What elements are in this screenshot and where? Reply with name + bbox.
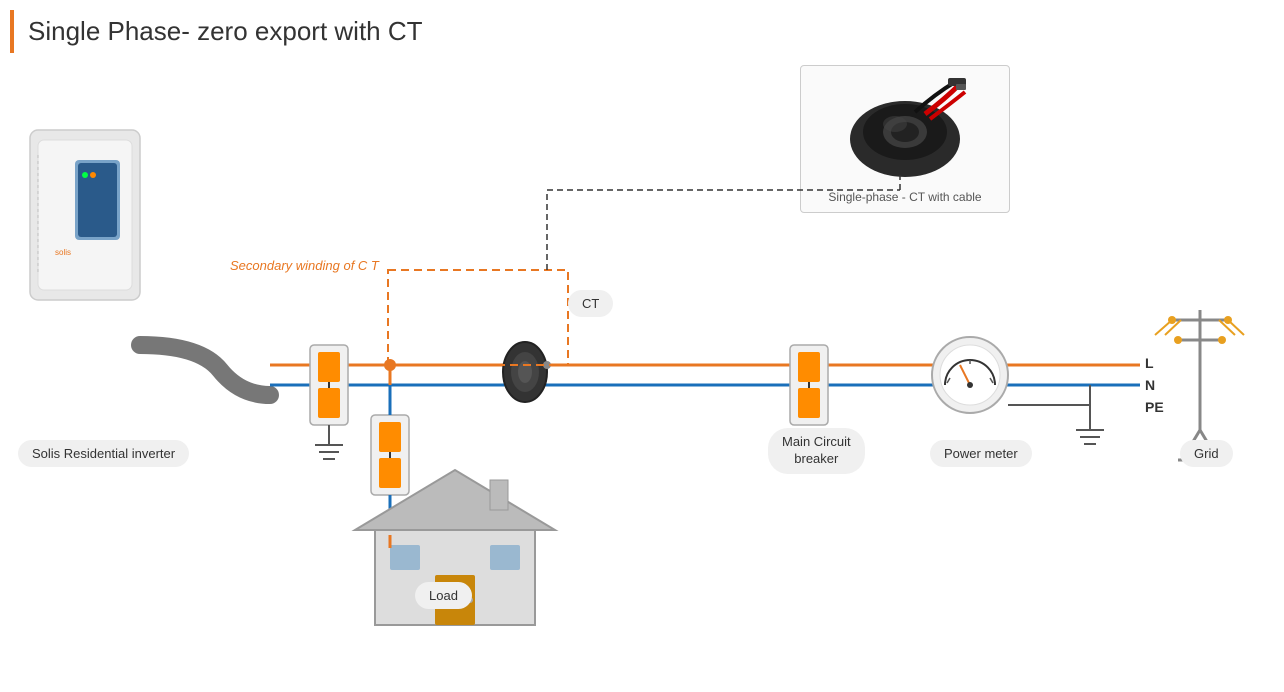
svg-text:L: L <box>1145 355 1154 371</box>
svg-text:N: N <box>1145 377 1155 393</box>
ground-inverter <box>315 425 343 459</box>
wiring-diagram: solis <box>0 0 1284 692</box>
ct-sensor-on-wire <box>503 342 551 402</box>
load-label: Load <box>415 582 472 609</box>
inverter-label: Solis Residential inverter <box>18 440 189 467</box>
grid-label: Grid <box>1180 440 1233 467</box>
inverter-icon: solis <box>30 130 140 300</box>
grid-tower <box>1155 310 1244 460</box>
svg-text:PE: PE <box>1145 399 1164 415</box>
main-cb-label: Main Circuit breaker <box>768 428 865 474</box>
inverter-circuit-breaker <box>310 345 348 425</box>
svg-text:solis: solis <box>55 248 71 257</box>
power-meter-label: Power meter <box>930 440 1032 467</box>
page-container: Single Phase- zero export with CT Single… <box>0 0 1284 692</box>
main-circuit-breaker <box>790 345 828 425</box>
power-meter-icon <box>932 337 1008 413</box>
ct-label: CT <box>568 290 613 317</box>
ground-right <box>1008 385 1104 444</box>
